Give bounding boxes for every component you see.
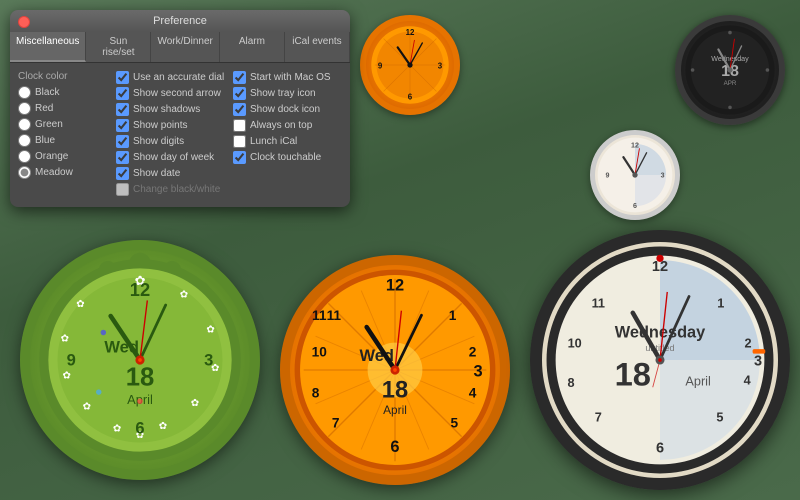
svg-text:✿: ✿ — [206, 325, 214, 336]
svg-text:✿: ✿ — [180, 290, 188, 301]
svg-text:9: 9 — [378, 62, 383, 71]
svg-text:1: 1 — [717, 296, 724, 310]
check-tray-icon[interactable]: Show tray icon — [233, 87, 342, 100]
color-orange[interactable]: Orange — [18, 150, 108, 163]
svg-text:APR: APR — [724, 80, 737, 87]
svg-text:7: 7 — [595, 411, 602, 425]
check-always-top[interactable]: Always on top — [233, 119, 342, 132]
svg-text:11: 11 — [592, 296, 605, 310]
svg-text:3: 3 — [474, 362, 483, 380]
color-blue[interactable]: Blue — [18, 134, 108, 147]
svg-text:4: 4 — [469, 385, 477, 400]
clock-orange-large[interactable]: 12 11 10 2 3 4 5 6 7 8 1 11 Wed 18 April — [280, 255, 510, 485]
color-meadow[interactable]: Meadow — [18, 166, 108, 179]
check-second-arrow[interactable]: Show second arrow — [116, 87, 225, 100]
check-clock-touchable[interactable]: Clock touchable — [233, 151, 342, 164]
tab-bar: Miscellaneous Sun rise/set Work/Dinner A… — [10, 32, 350, 63]
color-red[interactable]: Red — [18, 102, 108, 115]
check-start-macos[interactable]: Start with Mac OS — [233, 71, 342, 84]
check-dock-icon[interactable]: Show dock icon — [233, 103, 342, 116]
svg-text:10: 10 — [312, 344, 328, 359]
svg-text:18: 18 — [126, 364, 155, 392]
clock-color-title: Clock color — [18, 71, 108, 82]
clock-dark-small[interactable]: Wednesday 18 APR — [675, 15, 785, 125]
clock-color-section: Clock color Black Red Green Blue Orange … — [18, 71, 108, 199]
tab-ical[interactable]: iCal events — [285, 32, 350, 62]
svg-text:✿: ✿ — [62, 370, 70, 381]
tab-miscellaneous[interactable]: Miscellaneous — [10, 32, 86, 62]
svg-text:9: 9 — [605, 172, 609, 180]
svg-text:2: 2 — [745, 336, 752, 350]
svg-text:6: 6 — [135, 419, 144, 437]
clock-dark-large[interactable]: 12 11 10 2 3 4 5 6 7 8 1 Wednesday untit… — [530, 230, 790, 490]
svg-text:3: 3 — [754, 353, 762, 369]
check-day-of-week[interactable]: Show day of week — [116, 151, 225, 164]
panel-title: Preference — [153, 15, 207, 27]
tab-sunrise[interactable]: Sun rise/set — [86, 32, 151, 62]
svg-text:10: 10 — [568, 336, 582, 350]
svg-text:✿: ✿ — [61, 334, 69, 345]
check-black-white[interactable]: Change black/white — [116, 183, 225, 196]
color-black[interactable]: Black — [18, 86, 108, 99]
svg-text:7: 7 — [332, 416, 340, 431]
svg-text:Wednesday: Wednesday — [615, 323, 705, 341]
svg-text:1: 1 — [449, 308, 457, 323]
svg-text:3: 3 — [438, 62, 443, 71]
tab-alarm[interactable]: Alarm — [220, 32, 285, 62]
check-shadows[interactable]: Show shadows — [116, 103, 225, 116]
svg-text:6: 6 — [408, 92, 413, 101]
svg-text:11: 11 — [327, 308, 342, 323]
check-accurate-dial[interactable]: Use an accurate dial — [116, 71, 225, 84]
preference-panel: Preference Miscellaneous Sun rise/set Wo… — [10, 10, 350, 207]
svg-text:18: 18 — [382, 377, 408, 403]
svg-text:April: April — [383, 403, 407, 417]
svg-text:3: 3 — [204, 352, 213, 370]
svg-text:12: 12 — [386, 277, 404, 295]
clock-green-large[interactable]: ✿ ✿ ✿ ✿ ✿ ✿ ✿ ✿ ✿ ✿ ✿ ✿ 12 3 6 9 Wed 18 … — [20, 240, 260, 480]
svg-text:4: 4 — [744, 374, 751, 388]
svg-text:✿: ✿ — [159, 421, 167, 432]
clock-white-small[interactable]: 12 3 6 9 — [590, 130, 680, 220]
checkbox-group-right: Start with Mac OS Show tray icon Show do… — [233, 71, 342, 199]
tab-workdinner[interactable]: Work/Dinner — [151, 32, 219, 62]
svg-text:3: 3 — [661, 172, 665, 180]
svg-text:5: 5 — [716, 411, 723, 425]
svg-text:5: 5 — [451, 416, 459, 431]
check-points[interactable]: Show points — [116, 119, 225, 132]
svg-text:12: 12 — [130, 279, 150, 300]
svg-text:6: 6 — [390, 438, 399, 456]
svg-text:April: April — [685, 374, 710, 388]
svg-text:11: 11 — [312, 308, 327, 323]
svg-text:8: 8 — [568, 376, 575, 390]
titlebar: Preference — [10, 10, 350, 32]
svg-text:12: 12 — [406, 28, 415, 37]
svg-text:✿: ✿ — [83, 402, 91, 413]
svg-text:6: 6 — [633, 202, 637, 210]
svg-text:✿: ✿ — [191, 398, 199, 409]
svg-text:2: 2 — [469, 344, 477, 359]
svg-text:9: 9 — [67, 352, 76, 370]
color-green[interactable]: Green — [18, 118, 108, 131]
clock-orange-small[interactable]: 12 3 6 9 — [360, 15, 460, 115]
pref-body: Clock color Black Red Green Blue Orange … — [10, 63, 350, 207]
check-lunch-ical[interactable]: Lunch iCal — [233, 135, 342, 148]
close-button[interactable] — [18, 16, 30, 28]
check-digits[interactable]: Show digits — [116, 135, 225, 148]
svg-text:8: 8 — [312, 385, 320, 400]
check-date[interactable]: Show date — [116, 167, 225, 180]
svg-text:6: 6 — [656, 441, 664, 457]
svg-text:✿: ✿ — [76, 299, 84, 310]
svg-text:✿: ✿ — [113, 424, 121, 435]
svg-text:18: 18 — [615, 355, 651, 392]
checkbox-group-left: Use an accurate dial Show second arrow S… — [116, 71, 225, 199]
svg-text:12: 12 — [631, 141, 639, 149]
